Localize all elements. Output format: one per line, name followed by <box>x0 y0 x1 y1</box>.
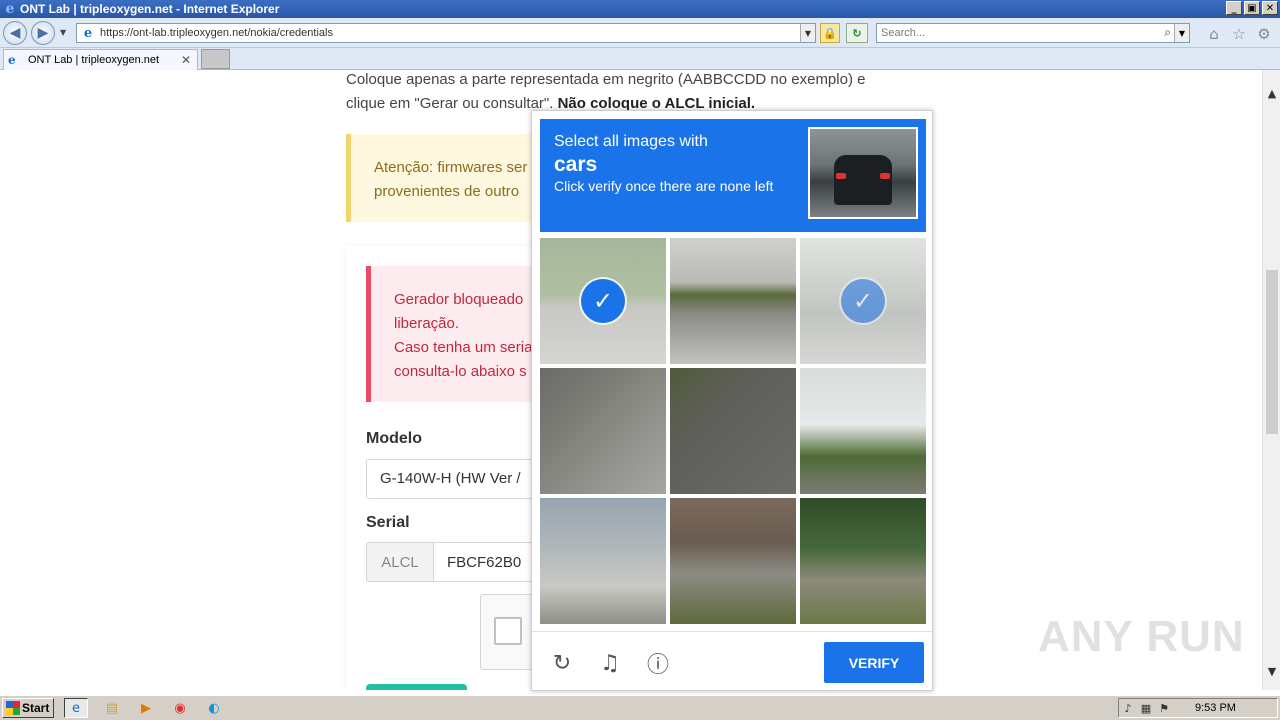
challenge-target: cars <box>554 153 598 176</box>
start-button[interactable]: Start <box>2 698 54 718</box>
taskbar-explorer-icon[interactable]: ▤ <box>100 698 124 718</box>
generate-button[interactable] <box>366 684 467 690</box>
serial-label: Serial <box>366 514 410 531</box>
tile-road-overpass[interactable] <box>670 238 796 364</box>
challenge-footer: ↻ ♫ ⓘ VERIFY <box>532 631 932 691</box>
taskbar-ie-icon[interactable]: e <box>64 698 88 718</box>
lock-icon[interactable]: 🔒 <box>820 23 840 43</box>
instruction-line-2: clique em "Gerar ou consultar". <box>346 95 558 112</box>
search-dropdown-icon[interactable]: ▼ <box>1174 24 1189 42</box>
tab-ont-lab[interactable]: e ONT Lab | tripleoxygen.net ✕ <box>3 49 198 70</box>
taskbar-media-icon[interactable]: ▶ <box>134 698 158 718</box>
window-titlebar: e ONT Lab | tripleoxygen.net - Internet … <box>0 0 1280 18</box>
selected-check-icon: ✓ <box>581 279 625 323</box>
challenge-header: Select all images with cars Click verify… <box>540 119 926 232</box>
action-flag-icon[interactable]: ⚑ <box>1155 702 1173 715</box>
tab-bar: e ONT Lab | tripleoxygen.net ✕ <box>0 48 1280 70</box>
tile-road-line[interactable] <box>670 368 796 494</box>
window-title: ONT Lab | tripleoxygen.net - Internet Ex… <box>20 2 280 16</box>
reload-icon[interactable]: ↻ <box>549 650 575 676</box>
captcha-challenge: Select all images with cars Click verify… <box>531 110 933 691</box>
taskbar: Start e ▤ ▶ ◉ ◐ ♪ ▦ ⚑ 9:53 PM <box>0 695 1280 720</box>
address-url: https://ont-lab.tripleoxygen.net/nokia/c… <box>100 27 333 39</box>
gear-icon[interactable]: ⚙ <box>1255 25 1273 43</box>
volume-icon[interactable]: ♪ <box>1119 702 1137 715</box>
page-scrollbar[interactable]: ▲ ▼ <box>1262 70 1280 690</box>
back-button[interactable]: ◀ <box>3 21 27 45</box>
windows-flag-icon <box>6 701 20 715</box>
tile-bridge[interactable] <box>540 498 666 624</box>
serial-prefix: ALCL <box>366 542 434 582</box>
tab-close-icon[interactable]: ✕ <box>181 53 191 67</box>
search-icon[interactable]: ⌕ <box>1164 25 1171 40</box>
clock: 9:53 PM <box>1195 702 1236 714</box>
address-dropdown-icon[interactable]: ▼ <box>800 24 815 42</box>
taskbar-chrome-icon[interactable]: ◉ <box>168 698 192 718</box>
info-icon[interactable]: ⓘ <box>645 650 671 678</box>
ie-logo-icon: e <box>5 1 15 17</box>
taskbar-edge-icon[interactable]: ◐ <box>202 698 226 718</box>
tile-bridge-trees[interactable] <box>800 498 926 624</box>
maximize-button[interactable]: ▣ <box>1244 1 1260 15</box>
history-dropdown-icon[interactable]: ▼ <box>60 28 66 37</box>
tab-favicon-icon: e <box>8 53 16 67</box>
audio-headphones-icon[interactable]: ♫ <box>597 650 623 676</box>
challenge-hint: Click verify once there are none left <box>554 178 774 194</box>
tile-bridge-cars[interactable] <box>670 498 796 624</box>
tile-traffic-light[interactable] <box>800 368 926 494</box>
challenge-prompt: Select all images with <box>554 133 708 150</box>
refresh-icon[interactable]: ↻ <box>846 23 868 43</box>
scroll-thumb[interactable] <box>1266 270 1278 434</box>
sample-car-image <box>808 127 918 219</box>
scroll-up-icon[interactable]: ▲ <box>1266 86 1278 100</box>
address-toolbar: ◀ ▶ ▼ e https://ont-lab.tripleoxygen.net… <box>0 18 1280 48</box>
start-label: Start <box>22 701 50 715</box>
selected-check-icon: ✓ <box>841 279 885 323</box>
close-button[interactable]: ✕ <box>1262 1 1278 15</box>
new-tab-button[interactable] <box>201 49 230 69</box>
page-icon: e <box>83 25 93 41</box>
favorites-star-icon[interactable]: ☆ <box>1230 25 1248 43</box>
anyrun-watermark: ANY RUN <box>1038 612 1245 661</box>
tab-label: ONT Lab | tripleoxygen.net <box>28 54 160 66</box>
minimize-button[interactable]: _ <box>1226 1 1242 15</box>
scroll-down-icon[interactable]: ▼ <box>1266 664 1278 678</box>
verify-button[interactable]: VERIFY <box>824 642 924 683</box>
tile-crosswalk[interactable] <box>540 368 666 494</box>
system-tray: ♪ ▦ ⚑ 9:53 PM <box>1118 698 1278 718</box>
search-input[interactable]: Search... ⌕ ▼ <box>876 23 1190 43</box>
address-input[interactable]: e https://ont-lab.tripleoxygen.net/nokia… <box>76 23 816 43</box>
search-placeholder: Search... <box>881 27 926 39</box>
home-icon[interactable]: ⌂ <box>1205 25 1223 43</box>
forward-button[interactable]: ▶ <box>31 21 55 45</box>
instruction-line-1: Coloque apenas a parte representada em n… <box>346 71 866 88</box>
captcha-checkbox[interactable] <box>494 617 522 645</box>
modelo-label: Modelo <box>366 430 422 447</box>
network-icon[interactable]: ▦ <box>1137 702 1155 715</box>
